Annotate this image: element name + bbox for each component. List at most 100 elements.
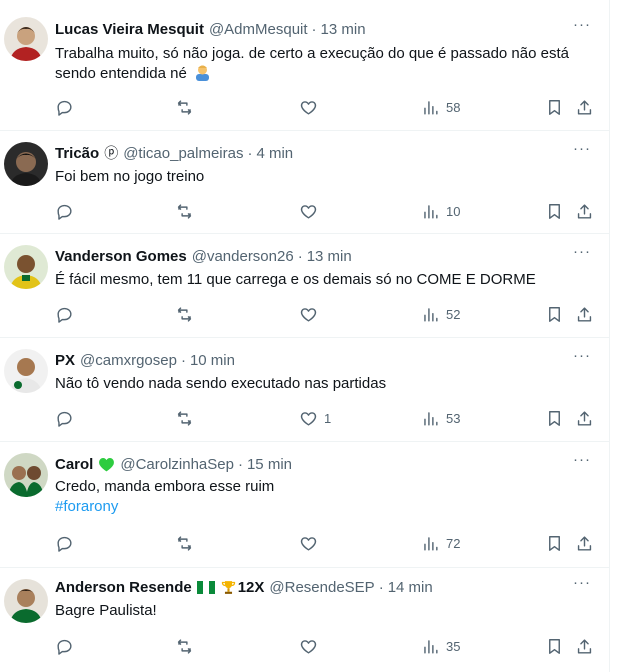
share-button[interactable] [575,408,594,428]
like-button[interactable] [299,97,324,117]
avatar[interactable] [4,579,48,623]
reply-icon [57,307,72,323]
views-button[interactable]: 72 [421,533,460,553]
display-name[interactable]: Tricão [55,145,99,162]
timestamp[interactable]: 13 min [307,248,352,265]
avatar[interactable] [4,453,48,497]
tweet[interactable]: PX @camxrgosep · 10 min ··· Não tô vendo… [0,338,610,442]
tweet[interactable]: Carol @CarolzinhaSep · 15 min ··· Credo,… [0,442,610,568]
reply-button[interactable] [55,408,74,428]
retweet-button[interactable] [175,304,194,324]
tweet[interactable]: Anderson Resende 12X @ResendeSEP · 14 mi… [0,568,610,672]
tweet-text: Credo, manda embora esse ruim #forarony [55,477,600,517]
like-icon [300,536,317,551]
reply-button[interactable] [55,533,74,553]
green-heart-emoji [99,457,115,471]
display-name[interactable]: Anderson Resende [55,579,192,596]
reply-button[interactable] [55,97,74,117]
views-button[interactable]: 35 [421,636,460,656]
like-button[interactable] [299,201,324,221]
bookmark-icon [549,203,560,219]
bookmark-button[interactable] [545,533,564,553]
trophy-emoji [221,580,235,594]
timestamp[interactable]: 14 min [388,579,433,596]
like-button[interactable]: 1 [299,408,331,428]
user-handle[interactable]: @vanderson26 [192,248,294,265]
more-icon[interactable]: ··· [572,17,592,40]
user-handle[interactable]: @ticao_palmeiras [123,145,243,162]
separator-dot: · [297,247,303,265]
share-button[interactable] [575,97,594,117]
timestamp[interactable]: 4 min [256,145,293,162]
more-icon[interactable]: ··· [572,141,592,164]
separator-dot: · [237,455,243,473]
retweet-button[interactable] [175,97,194,117]
more-icon[interactable]: ··· [572,244,592,267]
like-button[interactable] [299,533,324,553]
like-icon [300,411,317,426]
retweet-button[interactable] [175,201,194,221]
views-button[interactable]: 58 [421,97,460,117]
display-name[interactable]: Carol [55,456,93,473]
tweet[interactable]: Lucas Vieira Mesquit @AdmMesquit · 13 mi… [0,0,610,131]
tweet-header: Tricão ⓟ @ticao_palmeiras · 4 min [55,142,293,164]
more-icon[interactable]: ··· [572,575,592,598]
avatar[interactable] [4,349,48,393]
bookmark-button[interactable] [545,97,564,117]
like-button[interactable] [299,636,324,656]
user-handle[interactable]: @camxrgosep [80,352,177,369]
bookmark-button[interactable] [545,304,564,324]
reply-button[interactable] [55,636,74,656]
retweet-button[interactable] [175,408,194,428]
more-icon[interactable]: ··· [572,348,592,371]
bookmark-button[interactable] [545,201,564,221]
tweet[interactable]: Vanderson Gomes @vanderson26 · 13 min ··… [0,234,610,338]
bookmark-button[interactable] [545,636,564,656]
tweet[interactable]: Tricão ⓟ @ticao_palmeiras · 4 min ··· Fo… [0,131,610,234]
display-name[interactable]: Lucas Vieira Mesquit [55,21,204,38]
views-button[interactable]: 53 [421,408,460,428]
user-handle[interactable]: @ResendeSEP [269,579,374,596]
user-handle[interactable]: @CarolzinhaSep [120,456,234,473]
separator-dot: · [180,351,186,369]
reply-button[interactable] [55,201,74,221]
separator-dot: · [311,20,317,38]
share-button[interactable] [575,636,594,656]
avatar[interactable] [4,142,48,186]
tweet-text-body: Não tô vendo nada sendo executado nas pa… [55,375,387,392]
view-count: 52 [446,306,461,322]
share-button[interactable] [575,201,594,221]
share-button[interactable] [575,304,594,324]
timestamp[interactable]: 10 min [190,352,235,369]
tweet-text: Não tô vendo nada sendo executado nas pa… [55,374,600,394]
reply-icon [57,100,72,116]
tweet-text-body: Credo, manda embora esse ruim [55,478,275,495]
avatar[interactable] [4,17,48,61]
avatar[interactable] [4,245,48,289]
share-icon [577,99,592,115]
display-name[interactable]: PX [55,352,75,369]
bookmark-icon [549,99,560,115]
bookmark-button[interactable] [545,408,564,428]
share-icon [577,203,592,219]
tweet-text-body: É fácil mesmo, tem 11 que carrega e os d… [55,271,536,288]
timestamp[interactable]: 13 min [321,21,366,38]
views-button[interactable]: 10 [421,201,460,221]
views-button[interactable]: 52 [421,304,460,324]
bookmark-icon [549,638,560,654]
reply-button[interactable] [55,304,74,324]
view-count: 10 [446,203,461,219]
like-icon [300,204,317,219]
user-handle[interactable]: @AdmMesquit [209,21,308,38]
display-name[interactable]: Vanderson Gomes [55,248,187,265]
reply-icon [57,536,72,552]
share-button[interactable] [575,533,594,553]
views-icon [424,411,438,426]
hashtag-link[interactable]: #forarony [55,497,600,517]
retweet-button[interactable] [175,636,194,656]
retweet-button[interactable] [175,533,194,553]
like-button[interactable] [299,304,324,324]
more-icon[interactable]: ··· [572,452,592,475]
person-shrugging-emoji [195,65,209,81]
timestamp[interactable]: 15 min [247,456,292,473]
